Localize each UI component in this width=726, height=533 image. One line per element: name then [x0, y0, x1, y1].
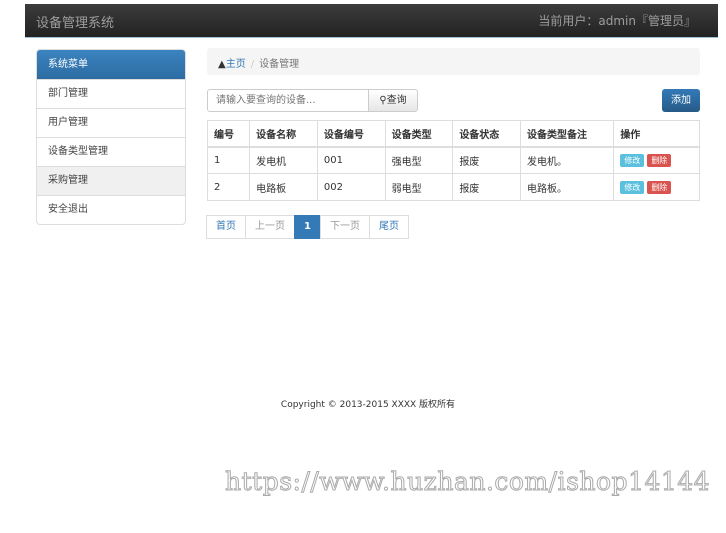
cell: 002: [316, 173, 386, 201]
sidebar-item-department[interactable]: 部门管理: [37, 79, 185, 108]
navbar: 设备管理系统 当前用户：admin『管理员』: [25, 4, 718, 38]
actions-cell: 修改 删除: [613, 146, 700, 174]
breadcrumb-home[interactable]: 主页: [226, 59, 246, 70]
cell: 发电机。: [520, 146, 615, 174]
cell: 强电型: [384, 146, 454, 174]
col-code: 设备编号: [316, 120, 386, 148]
table-header: 编号 设备名称 设备编号 设备类型 设备状态 设备类型备注 操作: [206, 120, 700, 148]
col-type: 设备类型: [384, 120, 454, 148]
col-id: 编号: [206, 120, 251, 148]
sidebar-item-purchase[interactable]: 采购管理: [37, 166, 185, 195]
col-remark: 设备类型备注: [520, 120, 615, 148]
sidebar-title: 系统菜单: [37, 50, 185, 79]
col-status: 设备状态: [452, 120, 522, 148]
delete-button[interactable]: 删除: [647, 180, 672, 194]
table-row: 1 发电机 001 强电型 报废 发电机。 修改 删除: [206, 146, 700, 174]
cell: 电路板。: [520, 173, 615, 201]
actions-cell: 修改 删除: [613, 173, 700, 201]
cell: 1: [206, 146, 251, 174]
page-last[interactable]: 尾页: [368, 215, 409, 239]
cell: 电路板: [249, 173, 318, 201]
sidebar: 系统菜单 部门管理 用户管理 设备类型管理 采购管理 安全退出: [36, 49, 186, 225]
page-first[interactable]: 首页: [206, 215, 246, 239]
brand[interactable]: 设备管理系统: [36, 12, 114, 31]
delete-button[interactable]: 删除: [647, 153, 672, 167]
col-name: 设备名称: [249, 120, 318, 148]
sidebar-item-device-type[interactable]: 设备类型管理: [37, 137, 185, 166]
device-table: 编号 设备名称 设备编号 设备类型 设备状态 设备类型备注 操作 1 发电机 0…: [206, 120, 700, 201]
page-next[interactable]: 下一页: [319, 215, 370, 239]
col-actions: 操作: [613, 120, 700, 148]
edit-button[interactable]: 修改: [620, 153, 645, 167]
cell: 001: [316, 146, 386, 174]
breadcrumb-current: 设备管理: [259, 59, 300, 70]
sidebar-item-logout[interactable]: 安全退出: [37, 195, 185, 224]
sidebar-item-user[interactable]: 用户管理: [37, 108, 185, 137]
page-1[interactable]: 1: [294, 215, 321, 239]
breadcrumb: ▲主页 / 设备管理: [207, 48, 700, 75]
table-row: 2 电路板 002 弱电型 报废 电路板。 修改 删除: [206, 173, 700, 201]
search-icon: ⚲: [379, 95, 387, 106]
cell: 报废: [452, 173, 522, 201]
search-button[interactable]: ⚲查询: [368, 89, 418, 112]
search-input[interactable]: [207, 89, 369, 112]
current-user: 当前用户：admin『管理员』: [538, 14, 696, 28]
cell: 发电机: [249, 146, 318, 174]
cell: 2: [206, 173, 251, 201]
pagination: 首页 上一页 1 下一页 尾页: [206, 215, 409, 239]
cell: 弱电型: [384, 173, 454, 201]
edit-button[interactable]: 修改: [620, 180, 645, 194]
page-prev[interactable]: 上一页: [245, 215, 295, 239]
home-icon: ▲: [218, 59, 226, 70]
cell: 报废: [452, 146, 522, 174]
footer: Copyright © 2013-2015 XXXX 版权所有: [280, 400, 456, 410]
add-button[interactable]: 添加: [662, 89, 700, 112]
watermark: https://www.huzhan.com/ishop14144: [224, 467, 711, 497]
